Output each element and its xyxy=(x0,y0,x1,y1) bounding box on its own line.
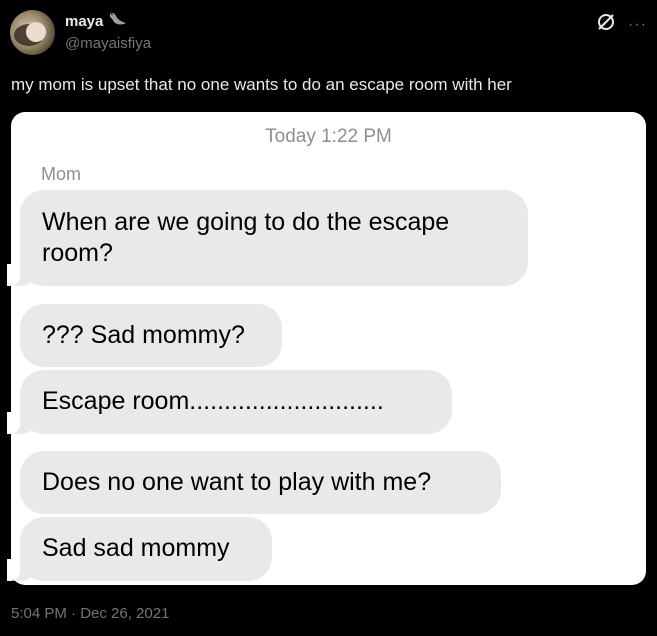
message-text: Escape room............................ xyxy=(42,387,384,415)
imessage-sender: Mom xyxy=(41,164,81,184)
grok-slash-icon[interactable] xyxy=(596,12,616,37)
message-text: Sad sad mommy xyxy=(42,534,230,562)
more-dots-icon[interactable]: ··· xyxy=(628,16,647,33)
tweet-text: my mom is upset that no one wants to do … xyxy=(11,75,512,94)
message-bubble: ??? Sad mommy? xyxy=(20,304,282,367)
message-bubble: Escape room............................ xyxy=(7,370,452,434)
author-name[interactable]: maya xyxy=(65,13,103,30)
avatar-face xyxy=(26,22,46,42)
imessage-screenshot[interactable]: Today 1:22 PM Mom When are we going to d… xyxy=(7,112,646,585)
avatar[interactable] xyxy=(10,10,55,55)
author-name-row: maya xyxy=(65,12,127,31)
message-bubble: When are we going to do the escape room? xyxy=(7,190,528,286)
message-bubble: Does no one want to play with me? xyxy=(20,451,501,514)
author-handle[interactable]: @mayaisfiya xyxy=(65,35,151,52)
message-text: When are we going to do the escape room? xyxy=(42,208,450,267)
tweet-actions: ··· xyxy=(596,12,647,37)
imessage-date-header: Today 1:22 PM xyxy=(265,126,392,147)
tweet-timestamp[interactable]: 5:04 PM · Dec 26, 2021 xyxy=(11,605,169,622)
message-text: ??? Sad mommy? xyxy=(42,321,245,349)
message-bubble: Sad sad mommy xyxy=(7,517,272,581)
seal-icon xyxy=(109,12,127,31)
message-text: Does no one want to play with me? xyxy=(42,468,432,496)
